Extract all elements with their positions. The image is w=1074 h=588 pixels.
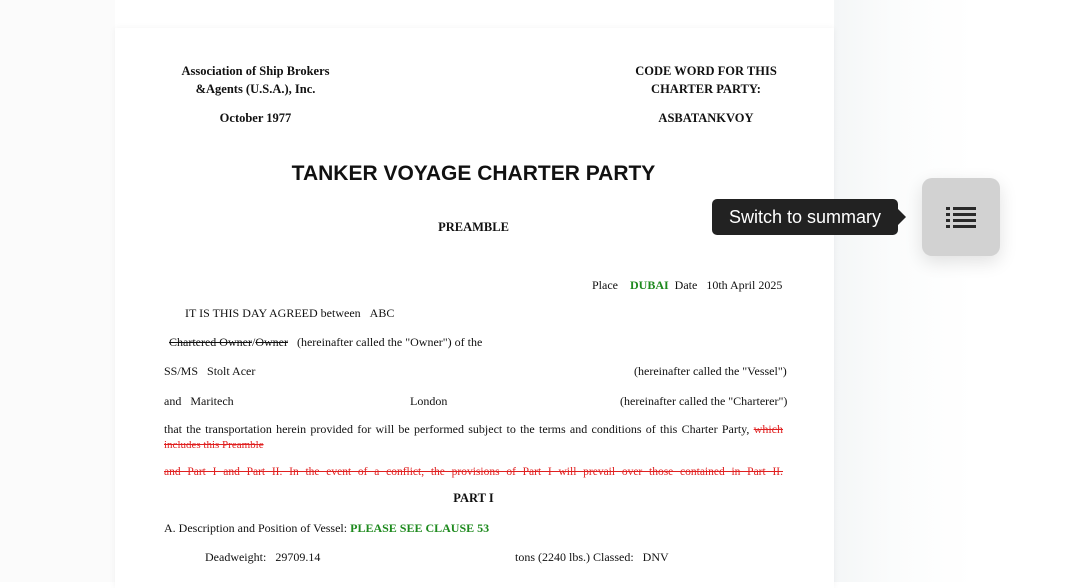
- clause-a-line: A. Description and Position of Vessel: P…: [164, 521, 489, 536]
- owner-struck-1: Chartered Owner: [169, 335, 252, 349]
- place-label: Place: [592, 278, 618, 292]
- place-date-line: Place DUBAI Date 10th April 2025: [592, 278, 782, 293]
- vessel-name: Stolt Acer: [207, 364, 256, 378]
- classed-value: DNV: [642, 550, 669, 564]
- association-header: Association of Ship Brokers &Agents (U.S…: [173, 62, 338, 98]
- switch-to-summary-button[interactable]: [922, 178, 1000, 256]
- place-value: DUBAI: [630, 278, 669, 292]
- charterer-line: and Maritech: [164, 394, 234, 409]
- vessel-line: SS/MS Stolt Acer: [164, 364, 255, 379]
- clause-a-value: PLEASE SEE CLAUSE 53: [350, 521, 490, 535]
- code-word-line2: CHARTER PARTY:: [651, 82, 761, 96]
- right-background: [834, 0, 1074, 582]
- deadweight-label: Deadweight:: [205, 550, 267, 564]
- switch-summary-tooltip: Switch to summary: [712, 199, 898, 235]
- owner-name: ABC: [369, 306, 395, 320]
- code-word: ASBATANKVOY: [658, 111, 754, 125]
- parts-struck: and Part I and Part II. In the event of …: [164, 466, 783, 478]
- document-page: Association of Ship Brokers &Agents (U.S…: [115, 28, 834, 588]
- code-word-line1: CODE WORD FOR THIS: [635, 64, 777, 78]
- agreed-text: IT IS THIS DAY AGREED between: [185, 306, 361, 320]
- owner-struck-2: Owner: [255, 335, 288, 349]
- charterer-prefix: and: [164, 394, 182, 408]
- deadweight-value: 29709.14: [275, 550, 321, 564]
- list-icon: [946, 207, 976, 228]
- charterer-suffix: (hereinafter called the "Charterer"): [620, 394, 788, 408]
- owner-line: Chartered Owner/Owner (hereinafter calle…: [169, 335, 482, 350]
- charterer-city: London: [410, 394, 448, 408]
- form-date: October 1977: [219, 111, 292, 125]
- clause-a-label: A. Description and Position of Vessel:: [164, 521, 348, 535]
- classed-line: tons (2240 lbs.) Classed: DNV: [515, 550, 669, 565]
- date-label: Date: [674, 278, 698, 292]
- agreed-line: IT IS THIS DAY AGREED between ABC: [185, 306, 394, 321]
- transport-line: that the transportation herein provided …: [164, 422, 783, 437]
- owner-suffix: (hereinafter called the "Owner") of the: [296, 335, 483, 349]
- left-background: [0, 0, 115, 582]
- part1-heading: PART I: [453, 491, 494, 505]
- deadweight-line: Deadweight: 29709.14: [205, 550, 320, 565]
- transport-text: that the transportation herein provided …: [164, 422, 750, 436]
- tooltip-arrow: [898, 209, 906, 225]
- association-line2: &Agents (U.S.A.), Inc.: [195, 82, 316, 96]
- document-title: TANKER VOYAGE CHARTER PARTY: [291, 162, 656, 185]
- association-line1: Association of Ship Brokers: [181, 64, 330, 78]
- transport-struck-2: includes this Preamble: [164, 439, 264, 451]
- charterer-name: Maritech: [190, 394, 234, 408]
- date-value: 10th April 2025: [706, 278, 783, 292]
- vessel-suffix: (hereinafter called the "Vessel"): [634, 364, 787, 378]
- tons-label: tons (2240 lbs.) Classed:: [515, 550, 634, 564]
- transport-struck-1: which: [753, 422, 783, 436]
- vessel-prefix: SS/MS: [164, 364, 199, 378]
- code-word-header: CODE WORD FOR THIS CHARTER PARTY:: [615, 62, 797, 98]
